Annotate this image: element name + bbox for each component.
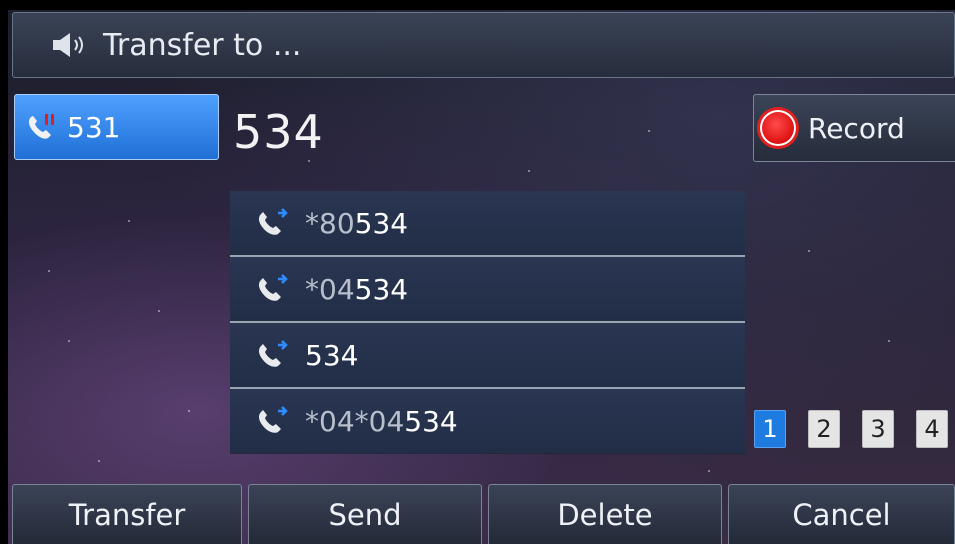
transfer-softkey[interactable]: Transfer (12, 484, 242, 544)
page-2-button[interactable]: 2 (808, 410, 840, 448)
suggestion-number: *04*04534 (305, 404, 458, 438)
speaker-icon (51, 30, 91, 60)
page-indicator: 1 2 3 4 (754, 410, 955, 448)
cancel-softkey[interactable]: Cancel (728, 484, 955, 544)
page-title: Transfer to ... (103, 27, 302, 63)
phone-hold-icon (25, 111, 61, 143)
record-button[interactable]: Record (753, 94, 955, 162)
page-4-button[interactable]: 4 (916, 410, 948, 448)
page-3-button[interactable]: 3 (862, 410, 894, 448)
phone-transfer-icon (257, 274, 291, 304)
line-key-label: 531 (67, 110, 121, 144)
softkey-bar: Transfer Send Delete Cancel (12, 484, 955, 544)
suggestion-number: 534 (305, 338, 359, 372)
page-1-button[interactable]: 1 (754, 410, 786, 448)
suggestion-number: *04534 (305, 272, 409, 306)
record-button-label: Record (808, 111, 905, 145)
phone-transfer-icon (257, 406, 291, 436)
dialed-number: 534 (233, 105, 324, 159)
phone-screen: Transfer to ... 531 534 Record *80534 *0… (8, 10, 955, 544)
suggestion-item[interactable]: *04*04534 (230, 389, 745, 453)
phone-transfer-icon (257, 340, 291, 370)
suggestion-number: *80534 (305, 206, 409, 240)
send-softkey[interactable]: Send (248, 484, 482, 544)
phone-transfer-icon (257, 208, 291, 238)
suggestion-item[interactable]: *04534 (230, 257, 745, 323)
line-key-531[interactable]: 531 (14, 94, 219, 160)
record-icon (760, 110, 796, 146)
suggestion-item[interactable]: *80534 (230, 191, 745, 257)
delete-softkey[interactable]: Delete (488, 484, 722, 544)
title-bar: Transfer to ... (12, 12, 955, 78)
suggestion-list: *80534 *04534 534 *04*04534 (230, 191, 745, 454)
suggestion-item[interactable]: 534 (230, 323, 745, 389)
